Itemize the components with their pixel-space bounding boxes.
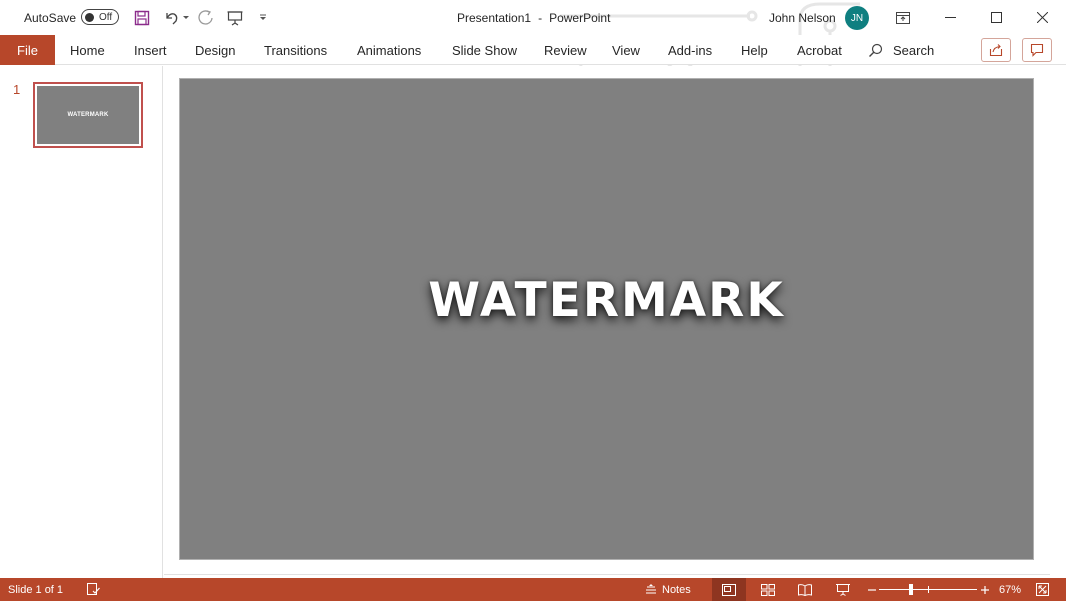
tab-acrobat[interactable]: Acrobat (797, 35, 842, 65)
undo-dropdown-icon[interactable] (182, 0, 190, 35)
fit-to-window-icon[interactable] (1034, 578, 1050, 601)
customize-qat-icon[interactable] (252, 0, 274, 35)
zoom-in-icon[interactable] (980, 578, 990, 601)
tab-home[interactable]: Home (70, 35, 105, 65)
tab-file[interactable]: File (0, 35, 55, 65)
redo-icon[interactable] (195, 0, 217, 35)
editor-bottom-border (164, 574, 1050, 575)
slide-title-text[interactable]: WATERMARK (428, 273, 785, 328)
search-box[interactable]: Search (868, 35, 934, 65)
slide-indicator: Slide 1 of 1 (8, 583, 64, 596)
slide-thumbnails-pane[interactable]: 1 WATERMARK (0, 66, 163, 578)
share-button[interactable] (981, 38, 1011, 62)
tab-design[interactable]: Design (195, 35, 235, 65)
document-title: Presentation1 (457, 10, 532, 25)
avatar[interactable]: JN (845, 6, 869, 30)
minimize-icon[interactable] (927, 0, 973, 35)
undo-icon[interactable] (160, 0, 182, 35)
comments-icon (1030, 43, 1044, 57)
tab-transitions[interactable]: Transitions (264, 35, 327, 65)
tab-help[interactable]: Help (741, 35, 768, 65)
search-icon (869, 43, 883, 57)
tab-add-ins[interactable]: Add-ins (668, 35, 712, 65)
thumbnail-text: WATERMARK (67, 112, 109, 118)
window-title: Presentation1 - PowerPoint (457, 0, 610, 35)
toggle-knob (85, 12, 94, 22)
app-name: PowerPoint (549, 10, 611, 25)
close-icon[interactable] (1019, 0, 1065, 35)
zoom-slider-thumb[interactable] (909, 584, 913, 595)
normal-view-icon[interactable] (712, 578, 746, 601)
notes-button[interactable]: Notes (645, 578, 691, 601)
maximize-icon[interactable] (973, 0, 1019, 35)
user-name[interactable]: John Nelson (769, 0, 836, 35)
share-icon (989, 44, 1003, 57)
workspace: 1 WATERMARK WATERMARK (0, 66, 1066, 578)
thumbnail-slide: WATERMARK (37, 86, 139, 144)
autosave-toggle[interactable]: Off (81, 9, 119, 25)
slide-canvas[interactable]: WATERMARK (179, 78, 1034, 560)
accessibility-icon[interactable] (85, 578, 101, 601)
autosave-label: AutoSave (24, 10, 77, 25)
autosave-state: Off (99, 11, 113, 23)
comments-button[interactable] (1022, 38, 1052, 62)
thumbnail-number: 1 (13, 82, 21, 97)
ribbon-display-options-icon[interactable] (880, 0, 926, 35)
tab-slide-show[interactable]: Slide Show (452, 35, 517, 65)
status-bar: Slide 1 of 1 Notes 67% (0, 578, 1066, 601)
save-icon[interactable] (131, 0, 153, 35)
zoom-level[interactable]: 67% (999, 578, 1021, 601)
present-from-beginning-icon[interactable] (224, 0, 246, 35)
slide-thumbnail[interactable]: WATERMARK (33, 82, 143, 148)
title-bar: AutoSave Off Presentation1 - PowerPoint … (0, 0, 1066, 66)
reading-view-icon[interactable] (788, 578, 822, 601)
title-separator: - (538, 10, 543, 25)
zoom-out-icon[interactable] (867, 578, 877, 601)
zoom-slider-midpoint (928, 586, 929, 593)
notes-icon (646, 583, 656, 593)
slide-sorter-icon[interactable] (751, 578, 785, 601)
tab-insert[interactable]: Insert (134, 35, 167, 65)
tab-review[interactable]: Review (544, 35, 587, 65)
slide-editor[interactable]: WATERMARK (164, 66, 1066, 578)
tab-view[interactable]: View (612, 35, 640, 65)
tab-animations[interactable]: Animations (357, 35, 421, 65)
slideshow-view-icon[interactable] (826, 578, 860, 601)
search-label: Search (893, 42, 935, 58)
notes-label: Notes (662, 583, 691, 596)
